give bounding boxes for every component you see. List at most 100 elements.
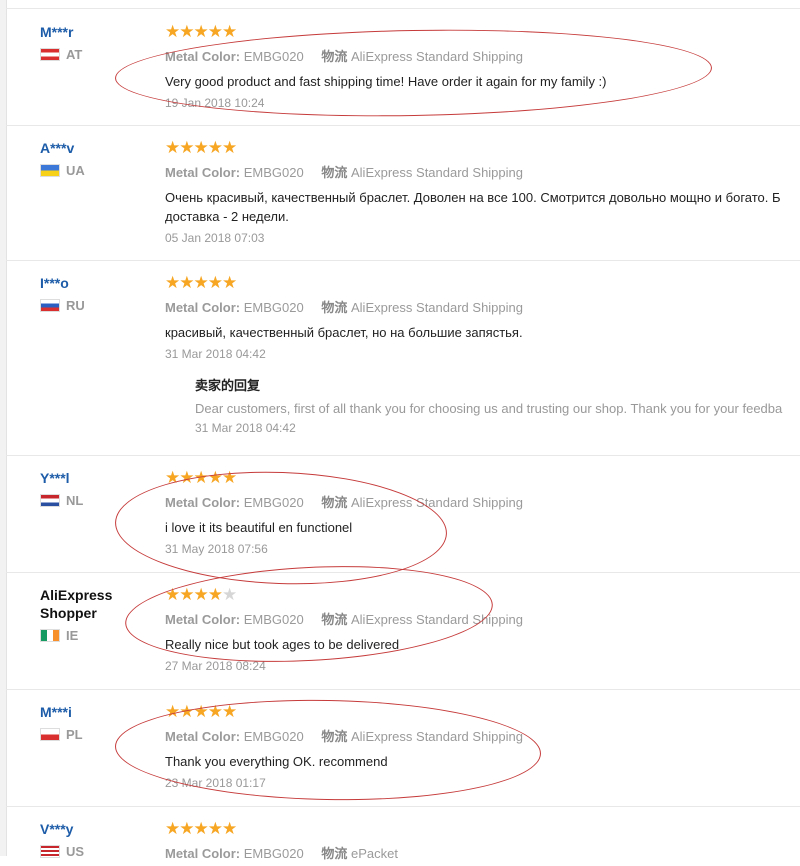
shipping-value: AliExpress Standard Shipping [351,49,523,64]
review-item: AliExpress Shopper IE ★★★★★ Metal Color:… [6,572,800,690]
review-date: 05 Jan 2018 07:03 [165,231,265,245]
review-text-line: Очень красивый, качественный браслет. До… [165,190,781,205]
shipping-label: 物流 [321,49,348,64]
metal-color-value: EMBG020 [243,729,304,744]
star-icon: ★ [207,273,223,292]
review-content: ★★★★★ Metal Color: EMBG020 物流 AliExpress… [165,469,800,557]
flag-ru-icon [40,299,60,312]
country-code: RU [66,298,85,313]
reviewer-name[interactable]: V***y [40,820,160,838]
star-rating: ★★★★★ [165,469,800,487]
metal-color-value: EMBG020 [243,49,304,64]
shipping-value: AliExpress Standard Shipping [351,612,523,627]
star-icon: ★ [193,273,209,292]
reviewer-name[interactable]: M***i [40,703,160,721]
review-item: Y***l NL ★★★★★ Metal Color: EMBG020 物流 A… [6,455,800,573]
shipping-value: AliExpress Standard Shipping [351,729,523,744]
star-icon: ★ [222,273,237,292]
reviewer-name[interactable]: Y***l [40,469,160,487]
review-content: ★★★★★ Metal Color: EMBG020 物流 AliExpress… [165,703,800,791]
seller-reply-text: Dear customers, first of all thank you f… [195,401,783,416]
metal-color-value: EMBG020 [243,846,304,861]
review-date: 31 May 2018 07:56 [165,542,268,556]
star-icon: ★ [165,468,180,487]
review-text: Really nice but took ages to be delivere… [165,637,400,652]
flag-us-icon [40,845,60,858]
star-rating: ★★★★★ [165,139,800,157]
review-item: A***v UA ★★★★★ Metal Color: EMBG020 物流 A… [6,125,800,261]
country-code: UA [66,163,85,178]
flag-at-icon [40,48,60,61]
star-icon: ★ [193,138,209,157]
reviewer-name[interactable]: M***r [40,23,160,41]
reviewer-country: UA [40,163,160,178]
star-icon: ★ [165,138,180,157]
star-rating: ★★★★★ [165,703,800,721]
review-text: i love it its beautiful en functionel [165,520,353,535]
shipping-value: ePacket [351,846,398,861]
reviewer-country: RU [40,298,160,313]
review-date: 19 Jan 2018 10:24 [165,96,265,110]
review-item: M***r AT ★★★★★ Metal Color: EMBG020 物流 A… [6,9,800,126]
review-attributes: Metal Color: EMBG020 物流 AliExpress Stand… [165,492,800,511]
flag-pl-icon [40,728,60,741]
reviewer-info: A***v UA [40,139,160,178]
shipping-label: 物流 [321,495,348,510]
reviewer-info: Y***l NL [40,469,160,508]
star-icon: ★ [207,468,223,487]
flag-ie-icon [40,629,60,642]
reviewer-info: M***i PL [40,703,160,742]
reviewer-info: V***y US [40,820,160,859]
star-icon: ★ [207,585,223,604]
star-icon: ★ [179,585,194,604]
star-icon: ★ [222,819,237,838]
review-attributes: Metal Color: EMBG020 物流 AliExpress Stand… [165,162,800,181]
star-icon: ★ [193,702,209,721]
metal-color-label: Metal Color: [165,300,241,315]
star-icon: ★ [179,468,194,487]
star-icon: ★ [193,585,209,604]
reviewer-name[interactable]: A***v [40,139,160,157]
star-icon: ★ [165,273,180,292]
review-attributes: Metal Color: EMBG020 物流 AliExpress Stand… [165,726,800,745]
metal-color-label: Metal Color: [165,846,241,861]
metal-color-label: Metal Color: [165,165,241,180]
reviewer-country: AT [40,47,160,62]
star-icon: ★ [179,273,194,292]
review-attributes: Metal Color: EMBG020 物流 AliExpress Stand… [165,46,800,65]
star-rating: ★★★★★ [165,23,800,41]
star-icon: ★ [179,138,194,157]
star-icon: ★ [207,819,223,838]
star-icon: ★ [193,22,209,41]
review-date: 23 Mar 2018 01:17 [165,776,266,790]
review-item: I***o RU ★★★★★ Metal Color: EMBG020 物流 A… [6,260,800,456]
reviewer-country: PL [40,727,160,742]
star-icon: ★ [222,138,237,157]
metal-color-value: EMBG020 [243,612,304,627]
metal-color-label: Metal Color: [165,49,241,64]
review-content: ★★★★★ Metal Color: EMBG020 物流 AliExpress… [165,585,800,674]
seller-reply-date: 31 Mar 2018 04:42 [195,421,296,435]
reviewer-info: I***o RU [40,274,160,313]
reviewer-country: NL [40,493,160,508]
country-code: IE [66,628,79,643]
shipping-value: AliExpress Standard Shipping [351,495,523,510]
shipping-value: AliExpress Standard Shipping [351,165,523,180]
flag-ua-icon [40,164,60,177]
star-icon: ★ [193,819,209,838]
star-icon: ★ [193,468,209,487]
country-code: NL [66,493,84,508]
review-date: 31 Mar 2018 04:42 [165,347,266,361]
reviewer-country: IE [40,628,160,643]
star-icon: ★ [222,22,237,41]
review-text: красивый, качественный браслет, но на бо… [165,325,523,340]
country-code: AT [66,47,83,62]
star-icon: ★ [207,138,223,157]
review-content: ★★★★★ Metal Color: EMBG020 物流 AliExpress… [165,273,800,436]
review-content: ★★★★★ Metal Color: EMBG020 物流 AliExpress… [165,139,800,246]
star-empty-icon: ★ [222,585,237,604]
star-icon: ★ [165,22,180,41]
reviewer-name[interactable]: I***o [40,274,160,292]
review-content: ★★★★★ Metal Color: EMBG020 物流 AliExpress… [165,23,800,111]
review-attributes: Metal Color: EMBG020 物流 AliExpress Stand… [165,609,800,628]
